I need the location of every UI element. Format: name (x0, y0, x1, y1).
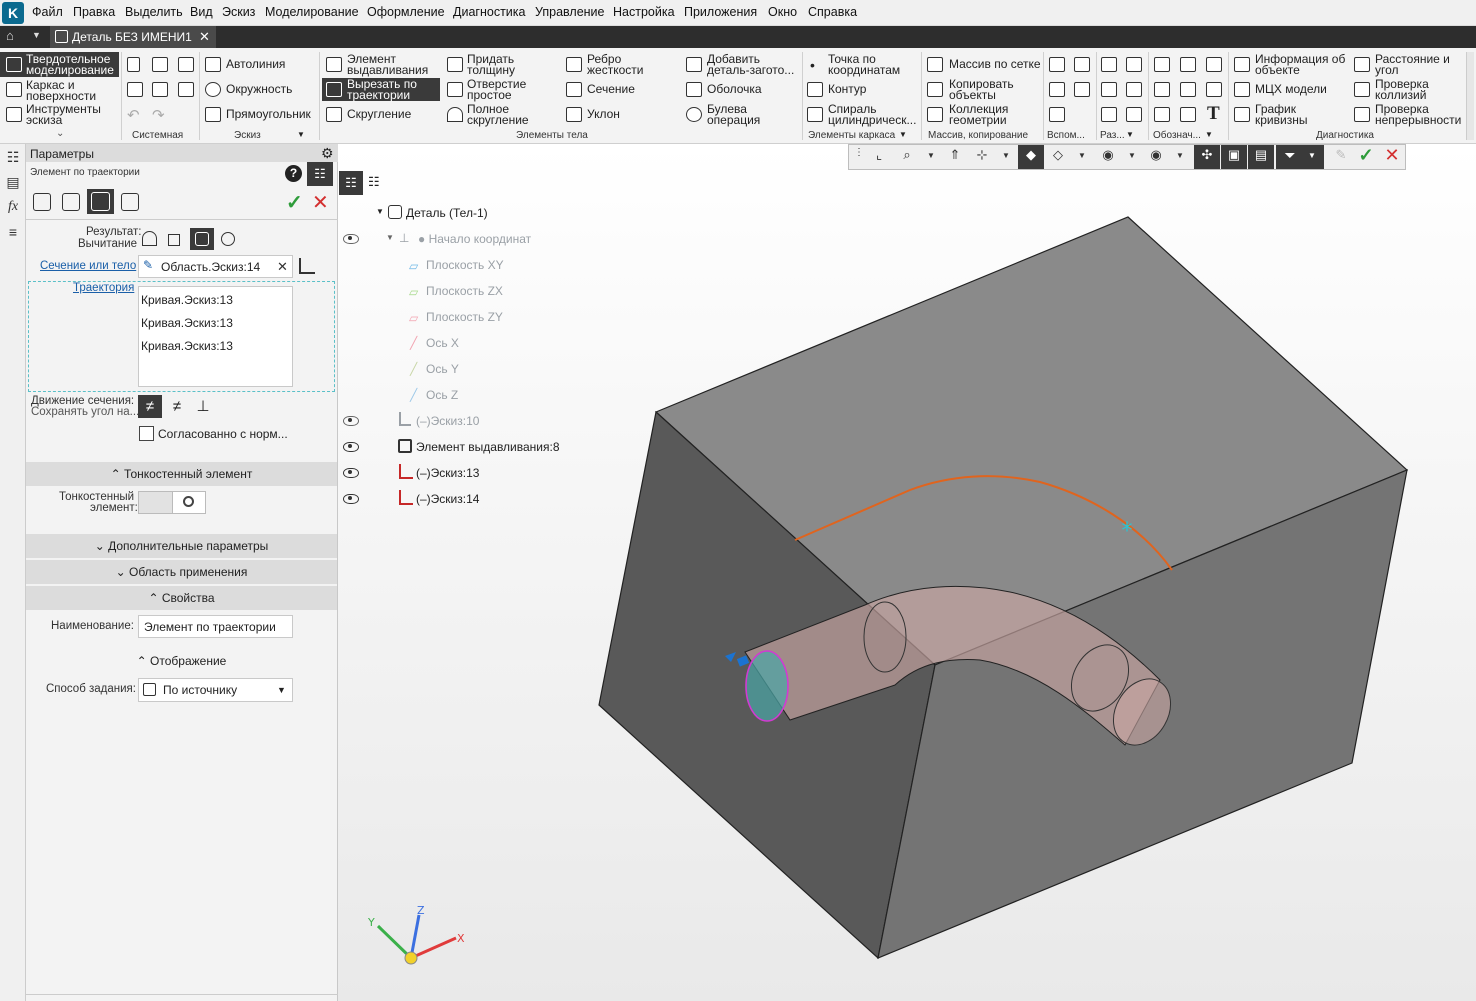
axis-y-arrow (376, 924, 413, 960)
model-graphics[interactable]: * X Z Y (0, 0, 1476, 1001)
axis-origin-dot (404, 951, 418, 965)
curve-start-marker-icon: * (1122, 519, 1133, 544)
axis-z-arrow (409, 914, 421, 959)
axis-z-label: Z (417, 904, 425, 917)
axis-x-arrow (410, 936, 457, 960)
axis-triad: X Z Y (367, 904, 465, 965)
axis-y-label: Y (367, 916, 375, 929)
section-ellipse (745, 650, 789, 722)
axis-x-label: X (457, 932, 465, 945)
